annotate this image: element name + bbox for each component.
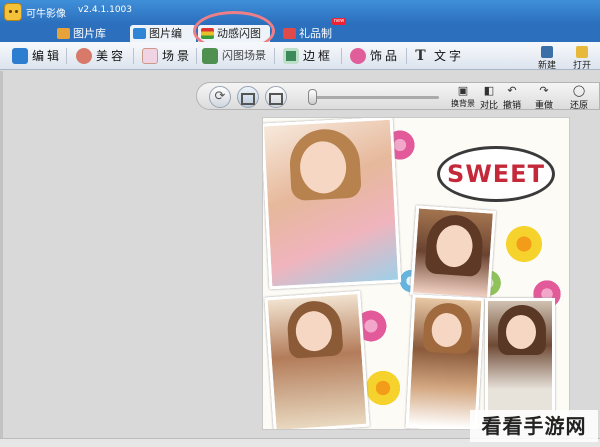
tool-edit[interactable]: 编辑	[10, 46, 62, 66]
main-tabs: 图片库 图片编辑 动感闪图 礼品制作	[0, 24, 600, 57]
collage-photo	[264, 290, 370, 429]
tool-label: 边框	[303, 49, 334, 63]
fit-window-button[interactable]	[237, 86, 259, 108]
collage-photo	[409, 205, 497, 301]
bubble-text: SWEET	[447, 160, 545, 188]
tool-label: 饰品	[370, 49, 401, 63]
tool-label: 编辑	[32, 49, 63, 63]
tab-gift-making[interactable]: 礼品制作	[280, 25, 342, 57]
rotate-icon: ⟳	[214, 89, 226, 104]
open-button[interactable]: 打开	[568, 45, 596, 71]
toolbar-divider	[133, 48, 134, 64]
edit-toolbar: 编辑 美容 场景 闪图场景 边框 饰品 T 文字 新建 打开	[0, 42, 600, 71]
tool-beauty[interactable]: 美容	[74, 46, 126, 66]
open-folder-icon	[576, 46, 588, 58]
toolbar-divider	[341, 48, 342, 64]
app-name: 可牛影像	[26, 9, 66, 20]
flower-decoration	[503, 223, 545, 265]
restore-label: 还原	[569, 101, 588, 111]
redo-icon: ↷	[539, 84, 549, 97]
compare-label: 对比	[479, 101, 498, 111]
tool-animated-scene[interactable]: 闪图场景	[200, 46, 270, 66]
frame-icon	[283, 48, 299, 64]
edit-icon	[12, 48, 28, 64]
title-bar: 可牛影像 v2.4.1.1003	[0, 0, 600, 24]
watermark: 看看手游网	[470, 410, 598, 442]
text-icon: T	[415, 48, 429, 64]
open-label: 打开	[572, 61, 591, 71]
tool-label: 闪图场景	[222, 49, 266, 62]
tool-frame[interactable]: 边框	[281, 46, 333, 66]
toolbar-divider	[274, 48, 275, 64]
tool-scene[interactable]: 场景	[140, 46, 192, 66]
tab-label: 图片库	[73, 27, 106, 40]
photo-library-icon	[57, 28, 70, 39]
undo-icon: ↶	[507, 84, 517, 97]
gift-icon	[283, 28, 296, 39]
redo-label: 重做	[534, 101, 553, 111]
face-shape	[506, 315, 536, 349]
toolbar-divider	[66, 48, 67, 64]
beauty-icon	[76, 48, 92, 64]
tool-label: 场景	[162, 49, 193, 63]
photo-edit-icon	[133, 28, 146, 39]
toolbar-divider	[406, 48, 407, 64]
undo-label: 撤销	[502, 101, 521, 111]
toolbar-divider	[196, 48, 197, 64]
new-label: 新建	[537, 61, 556, 71]
left-panel-edge	[0, 71, 3, 447]
tool-label: 文字	[434, 49, 465, 63]
tool-label: 美容	[96, 49, 127, 63]
rotate-button[interactable]: ⟳	[209, 86, 231, 108]
collage-photo	[263, 118, 402, 290]
compare-button[interactable]: ◧ 对比	[477, 84, 501, 111]
background-icon: ▣	[457, 84, 469, 97]
decoration-icon	[350, 48, 366, 64]
new-badge: new	[332, 18, 346, 25]
scene-icon	[142, 48, 158, 64]
restore-icon: ◯	[572, 84, 586, 97]
app-logo-icon	[4, 3, 22, 21]
actual-size-button[interactable]	[265, 86, 287, 108]
animated-scene-icon	[202, 48, 218, 64]
new-file-icon	[541, 46, 553, 58]
speech-bubble: SWEET	[437, 146, 555, 202]
tool-text[interactable]: T 文字	[412, 46, 464, 66]
tool-decoration[interactable]: 饰品	[348, 46, 400, 66]
redo-button[interactable]: ↷ 重做	[532, 84, 556, 111]
photo-canvas[interactable]: SWEET	[262, 117, 570, 430]
flower-decoration	[363, 368, 403, 408]
tab-photo-library[interactable]: 图片库	[54, 25, 126, 42]
compare-icon: ◧	[483, 84, 495, 97]
bg-label: 换背景	[451, 99, 475, 108]
undo-button[interactable]: ↶ 撤销	[500, 84, 524, 111]
app-version: v2.4.1.1003	[78, 5, 132, 15]
restore-button[interactable]: ◯ 还原	[567, 84, 591, 111]
zoom-slider-handle[interactable]	[308, 89, 317, 105]
view-control-bar: ⟳ ▣ 换背景 ◧ 对比 ↶ 撤销 ↷ 重做 ◯ 还原	[196, 82, 600, 111]
tab-photo-edit[interactable]: 图片编辑	[130, 25, 196, 57]
zoom-slider-track[interactable]	[309, 96, 439, 99]
change-background-button[interactable]: ▣ 换背景	[451, 84, 475, 110]
new-button[interactable]: 新建	[533, 45, 561, 71]
